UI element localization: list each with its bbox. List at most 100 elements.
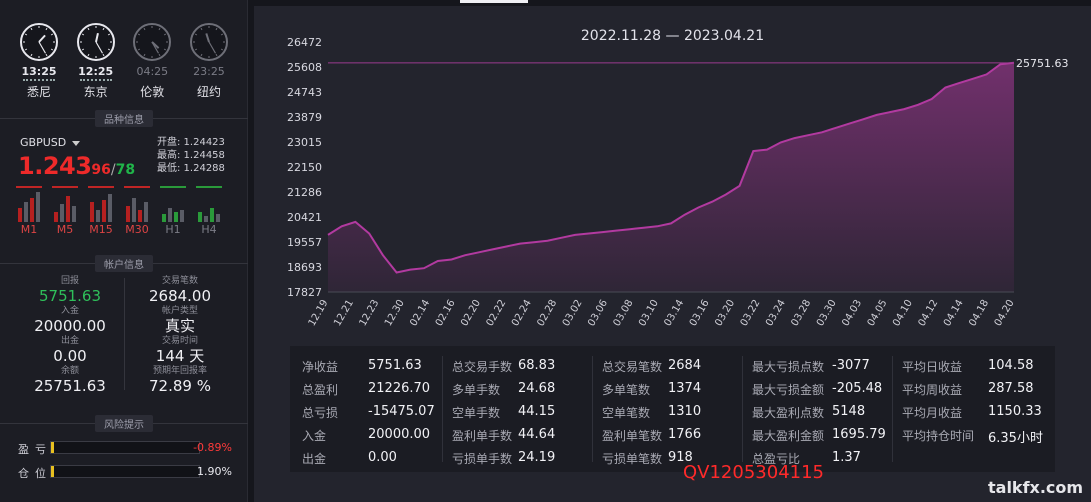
stats-value: 1310: [668, 404, 702, 419]
y-tick-label: 22150: [287, 161, 322, 174]
x-tick-label: 02.14: [408, 298, 432, 328]
price-quote: 1.24396/78: [18, 152, 135, 180]
timeframe-label: M1: [20, 223, 38, 236]
account-value: 72.89 %: [149, 377, 211, 395]
world-clocks: 13:25 悉尼 12:25 东京 04:25 伦敦 23:25 纽约: [14, 22, 234, 102]
timeframe-m5[interactable]: M5: [50, 186, 80, 236]
risk-label: 仓位: [18, 467, 52, 480]
stats-value: -3077: [832, 358, 870, 373]
clock-time: 12:25: [78, 65, 114, 78]
stats-label: 盈利单手数: [452, 429, 513, 443]
equity-area: [328, 62, 1014, 292]
clock-city: 悉尼: [26, 85, 51, 99]
stats-value: -205.48: [832, 381, 883, 396]
active-tab-indicator: [460, 0, 528, 3]
y-tick-label: 19557: [287, 236, 322, 249]
account-key: 回报: [60, 276, 79, 286]
stats-label: 亏损单手数: [452, 452, 513, 466]
stats-value: 24.68: [518, 381, 556, 396]
bid-price-main: 1.243: [18, 152, 92, 180]
stats-label: 总盈利: [302, 383, 339, 397]
stats-label: 空单笔数: [602, 406, 651, 420]
stats-label: 平均月收益: [902, 406, 963, 420]
signal-bars-icon: [16, 186, 42, 222]
x-tick-label: 03.16: [688, 298, 712, 328]
x-tick-label: 04.14: [942, 298, 966, 328]
stats-value: 24.19: [518, 450, 556, 465]
account-key: 交易时间: [161, 336, 198, 346]
risk-row: 盈亏 -0.89%: [18, 440, 238, 456]
stats-value: 1.37: [832, 450, 861, 465]
x-tick-label: 04.03: [840, 298, 864, 328]
symbol-label: GBPUSD: [20, 136, 67, 149]
ask-price-pips: 78: [115, 162, 136, 178]
section-title: 风险提示: [95, 415, 153, 432]
account-key: 交易笔数: [161, 276, 198, 286]
stats-value: 44.64: [518, 427, 556, 442]
ohl-info: 开盘: 1.24423 最高: 1.24458 最低: 1.24288: [157, 136, 225, 175]
stats-value: 68.83: [518, 358, 556, 373]
y-tick-label: 17827: [287, 286, 322, 299]
stats-label: 净收益: [302, 360, 339, 374]
risk-bar-fill: [51, 442, 54, 453]
stats-value: 0.00: [368, 450, 397, 465]
account-key: 预期年回报率: [152, 366, 207, 376]
watermark: talkfx.com: [988, 478, 1084, 497]
timeframe-label: H1: [165, 223, 181, 236]
stats-value: 20000.00: [368, 427, 431, 442]
stats-label: 盈利单笔数: [602, 429, 663, 443]
symbol-selector[interactable]: GBPUSD: [20, 136, 81, 149]
timeframe-m30[interactable]: M30: [122, 186, 152, 236]
clock-time: 04:25: [136, 65, 169, 78]
x-tick-label: 03.08: [612, 298, 636, 328]
chevron-down-icon: [72, 140, 81, 146]
signal-bars-icon: [160, 186, 186, 222]
timeframe-label: H4: [201, 223, 217, 236]
chart-title: 2022.11.28 — 2023.04.21: [580, 28, 765, 44]
last-value-label: 25751.63: [1016, 57, 1069, 70]
x-tick-label: 03.28: [789, 298, 813, 328]
y-tick-label: 24743: [287, 86, 322, 99]
clock-2: 04:25 伦敦: [127, 22, 177, 102]
stats-label: 空单手数: [452, 406, 501, 420]
x-tick-label: 03.24: [764, 298, 788, 328]
account-column-right: 交易笔数 2684.00 帐户类型 真实 交易时间 144 天预期年回报率 72.89 %: [130, 276, 230, 396]
timeframe-label: M5: [56, 223, 74, 236]
bid-price-pips: 96: [91, 162, 111, 178]
y-tick-label: 23879: [287, 111, 322, 124]
x-tick-label: 12.19: [307, 298, 331, 328]
clock-icon: [133, 23, 172, 61]
stats-label: 平均日收益: [902, 360, 963, 374]
signal-bars-icon: [88, 186, 114, 222]
account-key: 出金: [60, 336, 79, 346]
clock-active-marker: [136, 79, 168, 81]
account-key: 入金: [60, 306, 79, 316]
account-key: 帐户类型: [161, 306, 198, 316]
risk-label: 盈亏: [18, 443, 52, 456]
account-value: 20000.00: [34, 317, 106, 335]
timeframe-h4[interactable]: H4: [194, 186, 224, 236]
stats-label: 最大盈利点数: [752, 406, 825, 420]
risk-bar-fill: [51, 466, 54, 477]
section-header-account: 帐户信息: [0, 255, 248, 272]
stats-value: 1374: [668, 381, 702, 396]
stats-label: 多单笔数: [602, 383, 651, 397]
account-value: 144 天: [155, 347, 205, 365]
equity-panel: 26472 25608 24743 23879 23015 22150 21286 20421…: [254, 6, 1091, 502]
x-tick-label: 02.28: [535, 298, 559, 328]
timeframe-m15[interactable]: M15: [86, 186, 116, 236]
x-tick-label: 03.14: [662, 298, 686, 328]
timeframe-h1[interactable]: H1: [158, 186, 188, 236]
section-title: 帐户信息: [95, 255, 153, 272]
signal-bars-icon: [196, 186, 222, 222]
stats-value: 5148: [832, 404, 866, 419]
stats-label: 总交易手数: [452, 360, 513, 374]
x-tick-label: 03.20: [713, 298, 737, 328]
high-price: 最高: 1.24458: [157, 150, 225, 161]
stats-label: 入金: [302, 429, 327, 443]
clock-icon: [76, 23, 115, 61]
x-tick-label: 03.22: [739, 298, 763, 328]
timeframe-m1[interactable]: M1: [14, 186, 44, 236]
clock-active-marker: [23, 79, 55, 81]
stats-value: 44.15: [518, 404, 556, 419]
